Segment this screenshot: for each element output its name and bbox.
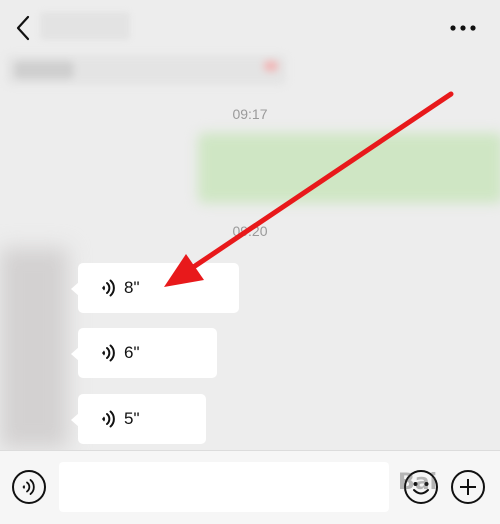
input-bar — [0, 450, 500, 524]
plus-circle-icon — [451, 470, 485, 504]
red-arrow-annotation — [164, 91, 454, 287]
emoji-button[interactable] — [403, 469, 439, 505]
plus-button[interactable] — [450, 469, 486, 505]
voice-mode-button[interactable] — [11, 469, 47, 505]
message-input[interactable] — [59, 462, 389, 512]
voice-mode-icon — [12, 470, 46, 504]
emoji-icon — [404, 470, 438, 504]
arrow-shaft — [189, 91, 454, 271]
arrow-head — [164, 254, 204, 287]
